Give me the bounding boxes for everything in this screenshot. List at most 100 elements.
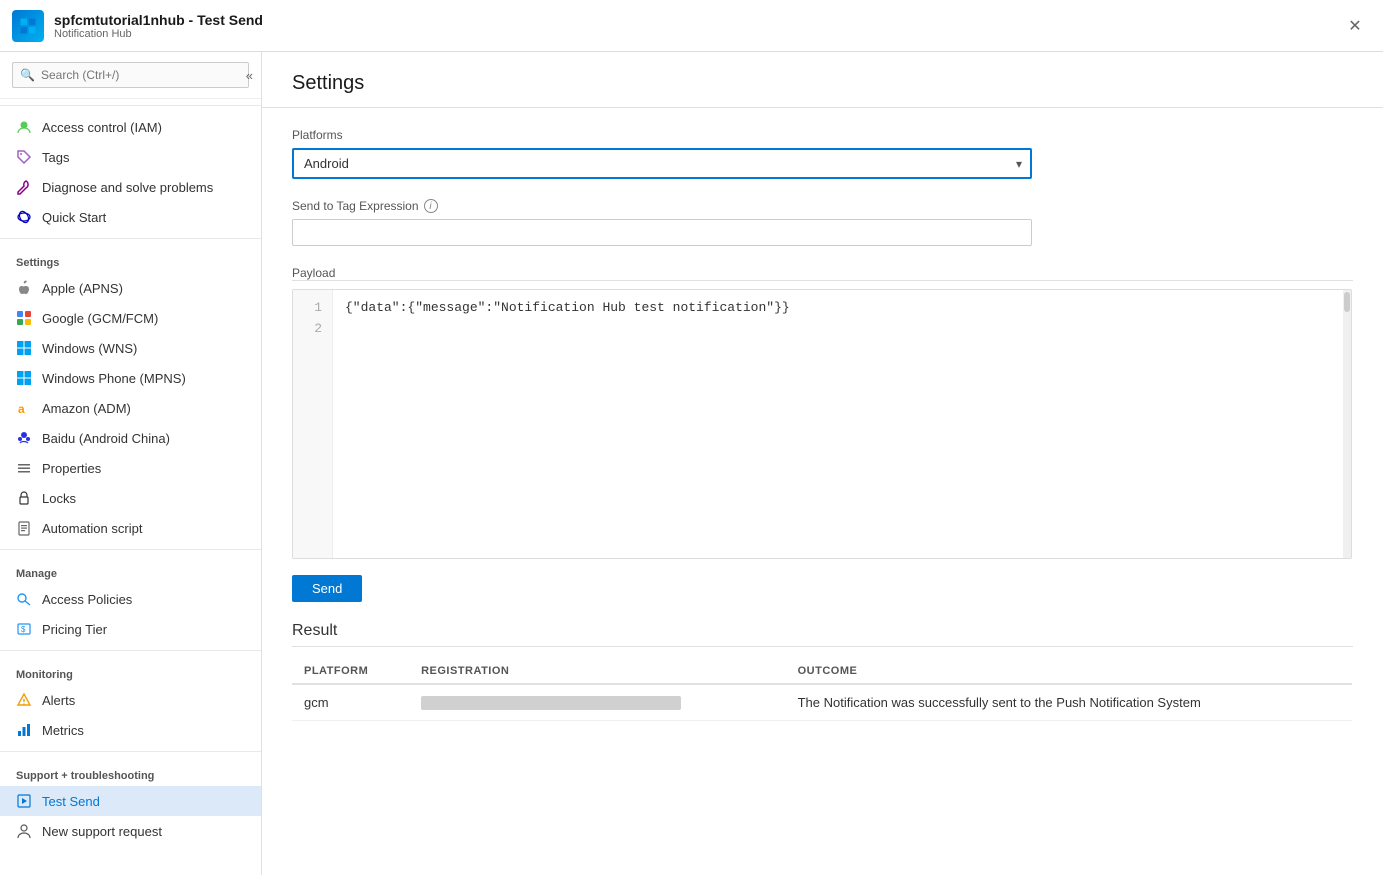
sidebar-item-test-send[interactable]: Test Send (0, 786, 261, 816)
sidebar-item-label: Apple (APNS) (42, 281, 123, 296)
sidebar-item-label: Baidu (Android China) (42, 431, 170, 446)
key-icon (16, 591, 32, 607)
support-icon (16, 823, 32, 839)
code-content[interactable]: {"data":{"message":"Notification Hub tes… (333, 290, 1351, 558)
cell-outcome: The Notification was successfully sent t… (786, 684, 1352, 721)
window-subtitle: Notification Hub (54, 28, 1339, 40)
sidebar-search-area: 🔍 (0, 52, 261, 99)
table-row: gcm The Notification was successfully se… (292, 684, 1352, 721)
platforms-field-group: Platforms Android Apple (APNS) Windows (… (292, 128, 1353, 179)
search-input[interactable] (12, 62, 249, 88)
registration-placeholder (421, 696, 681, 710)
sidebar-item-label: Access Policies (42, 592, 132, 607)
sidebar-item-automation[interactable]: Automation script (0, 513, 261, 543)
lock-icon (16, 490, 32, 506)
sidebar-item-label: Alerts (42, 693, 75, 708)
platform-select-wrap: Android Apple (APNS) Windows (WNS) Windo… (292, 148, 1032, 179)
google-icon (16, 310, 32, 326)
sidebar-item-amazon[interactable]: a Amazon (ADM) (0, 393, 261, 423)
sidebar-item-label: Tags (42, 150, 69, 165)
title-group: spfcmtutorial1nhub - Test Send Notificat… (54, 12, 1339, 40)
quickstart-icon (16, 209, 32, 225)
sidebar-item-label: Pricing Tier (42, 622, 107, 637)
automation-icon (16, 520, 32, 536)
sidebar-item-label: Amazon (ADM) (42, 401, 131, 416)
sidebar-item-diagnose[interactable]: Diagnose and solve problems (0, 172, 261, 202)
test-send-icon (16, 793, 32, 809)
sidebar-item-label: Google (GCM/FCM) (42, 311, 158, 326)
apple-icon (16, 280, 32, 296)
sidebar-item-tags[interactable]: Tags (0, 142, 261, 172)
wrench-icon (16, 179, 32, 195)
result-divider (292, 646, 1353, 647)
sidebar-item-label: Properties (42, 461, 101, 476)
col-platform: PLATFORM (292, 659, 409, 684)
sidebar-item-label: Windows (WNS) (42, 341, 137, 356)
sidebar-item-label: Access control (IAM) (42, 120, 162, 135)
tag-expression-label: Send to Tag Expression i (292, 199, 1353, 213)
col-registration: REGISTRATION (409, 659, 786, 684)
platforms-label: Platforms (292, 128, 1353, 142)
sidebar-item-label: New support request (42, 824, 162, 839)
sidebar-item-label: Metrics (42, 723, 84, 738)
properties-icon (16, 460, 32, 476)
close-button[interactable]: ✕ (1339, 10, 1371, 42)
sidebar-item-locks[interactable]: Locks (0, 483, 261, 513)
cell-registration (409, 684, 786, 721)
pricing-icon: $ (16, 621, 32, 637)
code-scrollbar[interactable] (1343, 290, 1351, 558)
info-icon[interactable]: i (424, 199, 438, 213)
sidebar-item-quickstart[interactable]: Quick Start (0, 202, 261, 232)
sidebar-item-label: Quick Start (42, 210, 106, 225)
app-icon (12, 10, 44, 42)
line-numbers: 1 2 (293, 290, 333, 558)
send-button[interactable]: Send (292, 575, 362, 602)
amazon-icon: a (16, 400, 32, 416)
sidebar-item-google[interactable]: Google (GCM/FCM) (0, 303, 261, 333)
result-title: Result (292, 622, 1353, 640)
sidebar-item-properties[interactable]: Properties (0, 453, 261, 483)
sidebar-item-metrics[interactable]: Metrics (0, 715, 261, 745)
cell-platform: gcm (292, 684, 409, 721)
window-title: spfcmtutorial1nhub - Test Send (54, 12, 1339, 28)
sidebar-item-windows-phone[interactable]: Windows Phone (MPNS) (0, 363, 261, 393)
svg-text:a: a (18, 402, 25, 416)
result-table: PLATFORM REGISTRATION OUTCOME gcm The No… (292, 659, 1352, 721)
sidebar-collapse-button[interactable]: « (242, 64, 257, 87)
tag-expression-input[interactable] (292, 219, 1032, 246)
main-content: Settings Platforms Android Apple (APNS) … (262, 52, 1383, 875)
windows-phone-icon (16, 370, 32, 386)
sidebar-scroll: Access control (IAM) Tags Diagnose and s… (0, 99, 261, 875)
window-titlebar: spfcmtutorial1nhub - Test Send Notificat… (0, 0, 1383, 52)
sidebar-item-label: Diagnose and solve problems (42, 180, 213, 195)
page-title: Settings (292, 72, 1353, 95)
sidebar-item-pricing[interactable]: $ Pricing Tier (0, 614, 261, 644)
sidebar-item-new-support[interactable]: New support request (0, 816, 261, 846)
tag-icon (16, 149, 32, 165)
panel-header: Settings (262, 52, 1383, 108)
sidebar-item-label: Automation script (42, 521, 142, 536)
platform-select[interactable]: Android Apple (APNS) Windows (WNS) Windo… (292, 148, 1032, 179)
metrics-icon (16, 722, 32, 738)
code-editor: 1 2 {"data":{"message":"Notification Hub… (292, 289, 1352, 559)
windows-icon (16, 340, 32, 356)
sidebar-item-windows[interactable]: Windows (WNS) (0, 333, 261, 363)
sidebar-item-apple[interactable]: Apple (APNS) (0, 273, 261, 303)
svg-text:$: $ (21, 625, 26, 634)
sidebar-item-baidu[interactable]: Baidu (Android China) (0, 423, 261, 453)
sidebar-item-label: Windows Phone (MPNS) (42, 371, 186, 386)
payload-label: Payload (292, 266, 1353, 280)
sidebar-item-label: Locks (42, 491, 76, 506)
iam-icon (16, 119, 32, 135)
col-outcome: OUTCOME (786, 659, 1352, 684)
section-label-monitoring: Monitoring (0, 657, 261, 685)
sidebar-item-access-policies[interactable]: Access Policies (0, 584, 261, 614)
sidebar: 🔍 « Access control (IAM) (0, 52, 262, 875)
section-label-settings: Settings (0, 245, 261, 273)
sidebar-item-access-control[interactable]: Access control (IAM) (0, 112, 261, 142)
baidu-icon (16, 430, 32, 446)
result-section: Result PLATFORM REGISTRATION OUTCOME gcm (292, 622, 1353, 721)
section-label-manage: Manage (0, 556, 261, 584)
search-icon: 🔍 (20, 68, 35, 82)
sidebar-item-alerts[interactable]: Alerts (0, 685, 261, 715)
